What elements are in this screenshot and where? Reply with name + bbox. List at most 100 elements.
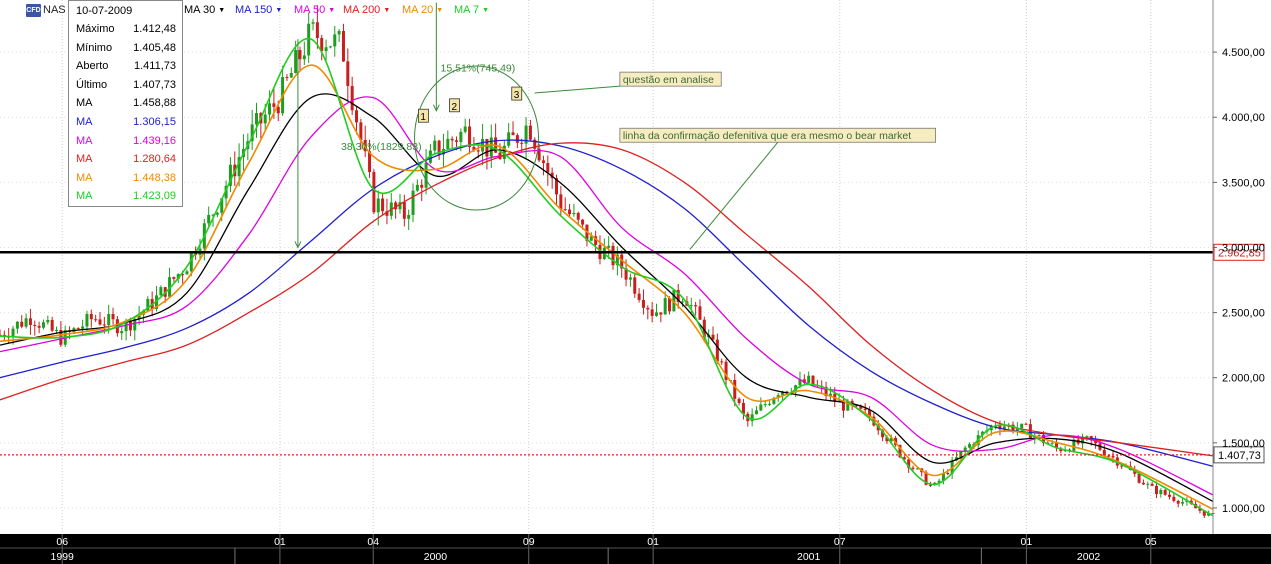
candle-body	[89, 313, 93, 320]
symbol-label[interactable]: NAS	[43, 4, 66, 16]
candle-body	[55, 329, 59, 331]
ma-button-ma-200[interactable]: MA 200 ▼	[343, 4, 390, 16]
info-date: 10-07-2009	[76, 5, 133, 17]
candle-body	[381, 198, 385, 212]
candle-body	[633, 277, 637, 294]
candle-body	[581, 219, 585, 225]
y-tick-label: 2.000,00	[1222, 373, 1265, 385]
candle-body	[20, 321, 24, 327]
info-row-value: 1.412,48	[133, 23, 176, 35]
candle-body	[455, 140, 459, 142]
candle-body	[476, 150, 480, 152]
candle-body	[328, 46, 332, 48]
candle-body	[459, 131, 463, 142]
x-axis: 06 01 04 09 01 07 01 05 1999 2000 2001 2002	[0, 534, 1271, 564]
drop-measure-label: 38,30%(1829,83)	[341, 141, 422, 153]
candle-body	[759, 404, 763, 411]
candle-body	[1085, 436, 1089, 438]
candle-body	[507, 132, 511, 146]
rise-measure-label: 15,51%(745,49)	[441, 63, 516, 75]
candle-body	[302, 55, 306, 60]
candle-body	[1159, 489, 1163, 495]
candle-body	[450, 138, 454, 141]
candle-body	[107, 314, 111, 326]
info-row-label: Último	[76, 78, 108, 91]
candle-body	[468, 126, 472, 147]
candle-body	[76, 328, 80, 330]
candle-body	[159, 287, 163, 296]
y-tick-label: 1.500,00	[1222, 438, 1265, 450]
caret-down-icon: ▼	[218, 7, 226, 14]
chart-canvas[interactable]: 2.962,851.407,73 38,30%(1829,83)15,51%(7…	[0, 0, 1271, 564]
candle-body	[424, 162, 428, 188]
candle-body	[563, 209, 567, 211]
info-row: Mínimo 1.405,48	[76, 42, 176, 58]
candle-body	[628, 277, 632, 280]
level-tag-label: 1.407,73	[1218, 450, 1261, 462]
caret-down-icon: ▼	[383, 7, 391, 14]
candle-body	[1181, 501, 1185, 504]
candle-body	[754, 410, 758, 415]
candle-body	[711, 334, 715, 340]
candle-body	[515, 135, 519, 143]
candle-body	[463, 126, 467, 132]
candle-body	[372, 172, 376, 213]
candle-body	[646, 307, 650, 310]
candle-body	[654, 312, 658, 316]
ma-button-ma-7[interactable]: MA 7 ▼	[454, 4, 489, 16]
candle-body	[337, 31, 341, 35]
candle-body	[694, 305, 698, 307]
candle-body	[111, 314, 115, 320]
y-tick-label: 4.000,00	[1222, 112, 1265, 124]
candle-body	[333, 34, 337, 47]
info-row-label: MA	[76, 190, 93, 203]
candle-body	[911, 467, 915, 469]
candle-body	[1168, 494, 1172, 497]
candle-body	[528, 125, 532, 140]
candle-body	[33, 324, 37, 326]
info-row-label: MA	[76, 153, 93, 166]
candle-body	[715, 339, 719, 362]
info-row-label: MA	[76, 97, 93, 110]
candle-body	[733, 379, 737, 399]
candle-body	[768, 403, 772, 405]
candle-body	[698, 306, 702, 320]
candle-body	[411, 190, 415, 215]
ma-button-ma-150[interactable]: MA 150 ▼	[235, 4, 282, 16]
info-row-value: 1.306,15	[133, 116, 176, 128]
candle-body	[24, 318, 28, 327]
info-row: MA 1.280,64	[76, 153, 176, 169]
y-tick-label: 4.500,00	[1222, 47, 1265, 59]
candle-body	[681, 301, 685, 303]
candle-body	[1137, 473, 1141, 483]
candle-body	[315, 22, 319, 39]
candle-body	[215, 212, 219, 215]
candle-body	[415, 184, 419, 191]
info-row-label: Mínimo	[76, 41, 113, 54]
ohlc-info-panel: 10-07-2009 Máximo 1.412,48 Mínimo 1.405,48 A…	[68, 0, 183, 207]
candle-body	[268, 103, 272, 115]
candle-body	[663, 298, 667, 315]
candle-body	[98, 319, 102, 325]
candle-body	[120, 331, 124, 334]
candle-body	[763, 404, 767, 406]
ma-button-ma-50[interactable]: MA 50 ▼	[294, 4, 335, 16]
caret-down-icon: ▼	[275, 7, 283, 14]
info-row-value: 1.405,48	[133, 41, 176, 54]
candle-body	[85, 313, 89, 327]
x-tick-label: 04	[367, 536, 379, 548]
ma-button-label: MA 20	[402, 4, 434, 16]
candle-body	[963, 447, 967, 451]
ma-button-label: MA 50	[294, 4, 326, 16]
ma-button-ma-20[interactable]: MA 20 ▼	[402, 4, 443, 16]
y-tick-label: 3.000,00	[1222, 242, 1265, 254]
candle-body	[324, 47, 328, 52]
info-row-value: 1.407,73	[133, 78, 176, 91]
candle-body	[28, 318, 32, 325]
candle-body	[1150, 483, 1154, 486]
ma-button-ma-30[interactable]: MA 30 ▼	[184, 4, 225, 16]
info-row: MA 1.306,15	[76, 116, 176, 132]
info-row-label: MA	[76, 134, 93, 147]
info-row: Último 1.407,73	[76, 79, 176, 95]
candle-body	[350, 85, 354, 111]
